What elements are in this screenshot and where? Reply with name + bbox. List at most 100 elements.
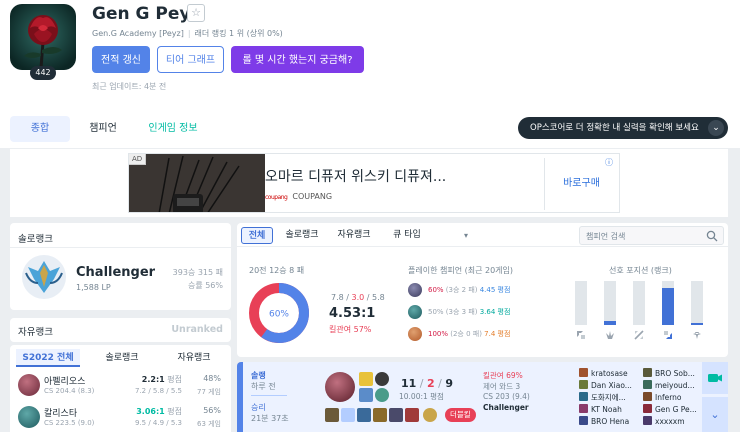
- champion-games: 77 게임: [196, 388, 221, 396]
- flash-spell-icon[interactable]: [359, 372, 373, 386]
- item-icon[interactable]: [389, 408, 403, 422]
- player-name: 도화지에...: [591, 393, 626, 402]
- tab-queue-solo[interactable]: 솔로랭크: [281, 227, 323, 244]
- player-name: Dan Xiao...: [591, 381, 632, 390]
- ad-info-icon[interactable]: ⓘ: [605, 157, 613, 168]
- position-bar-mid: [633, 281, 645, 325]
- champion-kda: 3.06:1 평점: [110, 406, 182, 417]
- bot-icon: [664, 331, 672, 339]
- team-b-player[interactable]: Inferno: [643, 392, 682, 403]
- played-champion-stats: 50% (3승 3 패) 3.64 평점: [428, 307, 510, 317]
- player-name: BRO Hena: [591, 417, 630, 426]
- tab-ingame[interactable]: 인게임 정보: [138, 116, 208, 142]
- tab-season-flex[interactable]: 자유랭크: [162, 349, 226, 367]
- tab-champion[interactable]: 챔피언: [78, 116, 128, 142]
- ad-product-image: [129, 154, 265, 212]
- ad-title[interactable]: 오마르 디퓨저 위스키 디퓨져...: [265, 166, 446, 186]
- tab-season-all[interactable]: S2022 전체: [16, 349, 80, 367]
- played-champion-row[interactable]: 60% (3승 2 패) 4.45 평점: [408, 283, 558, 299]
- played-champion-row[interactable]: 50% (3승 3 패) 3.64 평점: [408, 305, 558, 321]
- champion-stats-panel: S2022 전체 솔로랭크 자유랭크 아펠리오스 CS 204.4 (8.3) …: [10, 345, 231, 432]
- played-kda: 4.45 평점: [479, 286, 511, 294]
- time-spent-button[interactable]: 롤 몇 시간 했는지 궁금해?: [231, 46, 364, 73]
- flex-rank-title: 자유랭크: [18, 327, 53, 338]
- item-icon[interactable]: [373, 408, 387, 422]
- champion-row[interactable]: 칼리스타 CS 223.5 (9.0) 3.06:1 평점 9.5 / 4.9 …: [10, 404, 231, 432]
- kda-separator: /: [364, 293, 373, 302]
- favorite-star-button[interactable]: ☆: [187, 4, 205, 22]
- team-b-player[interactable]: BRO Sob...: [643, 368, 695, 379]
- played-champion-stats: 60% (3승 2 패) 4.45 평점: [428, 285, 510, 295]
- item-icon[interactable]: [325, 408, 339, 422]
- item-icon[interactable]: [357, 408, 371, 422]
- champion-row[interactable]: 아펠리오스 CS 204.4 (8.3) 2.2:1 평점 7.2 / 5.8 …: [10, 372, 231, 402]
- challenger-emblem-icon: [22, 255, 66, 299]
- ad-banner[interactable]: AD 오마르 디퓨저 위스키 디퓨져... coupang COUPANG 바로구…: [128, 153, 620, 213]
- ward-icon[interactable]: [423, 408, 437, 422]
- tab-season-solo[interactable]: 솔로랭크: [90, 349, 154, 367]
- played-champion-row[interactable]: 100% (2승 0 패) 7.4 평점: [408, 327, 558, 343]
- champion-mini-icon: [643, 392, 652, 401]
- team-b-player[interactable]: Gen G Pe...: [643, 404, 697, 415]
- avg-assists: 5.8: [372, 293, 385, 302]
- played-champions-title: 플레이한 챔피언 (최근 20게임): [408, 266, 514, 275]
- ad-brand: coupang COUPANG: [265, 192, 332, 201]
- queue-tabs: 전체 솔로랭크 자유랭크 큐 타입 ▾: [237, 223, 728, 247]
- chevron-down-icon[interactable]: ⌄: [708, 120, 724, 136]
- op-score-banner[interactable]: OP스코어로 더 정확한 내 실력을 확인해 보세요 ⌄: [518, 117, 728, 139]
- team-a-player[interactable]: BRO Hena: [579, 416, 629, 427]
- kda-ratio: 3.06:1: [136, 407, 165, 416]
- match-kda: 11 / 2 / 9: [401, 377, 453, 390]
- played-record: (3승 3 패): [443, 308, 480, 316]
- preferred-position-title: 선호 포지션 (랭크): [609, 266, 672, 275]
- search-icon[interactable]: [706, 230, 718, 242]
- expand-match-button[interactable]: ⌄: [702, 397, 728, 432]
- item-icon[interactable]: [405, 408, 419, 422]
- rose-icon: [10, 4, 76, 70]
- summary-kda: 7.8 / 3.0 / 5.8: [331, 293, 385, 302]
- summoner-name: Gen G Peyz: [92, 4, 201, 24]
- champion-search[interactable]: [579, 226, 724, 245]
- tier-graph-button[interactable]: 티어 그래프: [157, 46, 224, 73]
- chevron-down-icon[interactable]: ▾: [459, 227, 473, 244]
- level-badge: 442: [30, 66, 56, 80]
- queue-type-select[interactable]: 큐 타입: [387, 227, 427, 244]
- position-bar-bot: [662, 281, 674, 325]
- ad-label: AD: [129, 154, 147, 165]
- match-kill-participation: 킬관여 69%: [483, 371, 523, 380]
- team-b-player[interactable]: xxxxxm: [643, 416, 685, 427]
- match-champion-portrait[interactable]: [325, 372, 355, 402]
- heal-spell-icon[interactable]: [359, 388, 373, 402]
- rune-primary-icon[interactable]: [375, 372, 389, 386]
- match-kda-ratio: 10.00:1 평점: [399, 392, 444, 401]
- match-deaths: 2: [427, 377, 435, 390]
- team-a-player[interactable]: KT Noah: [579, 404, 622, 415]
- champion-kda: 2.2:1 평점: [110, 374, 182, 385]
- ad-brand-name: COUPANG: [292, 192, 333, 201]
- renew-button[interactable]: 전적 갱신: [92, 46, 150, 73]
- solo-lp: 1,588 LP: [76, 283, 111, 292]
- replay-button[interactable]: [702, 362, 728, 394]
- position-bar-top: [575, 281, 587, 325]
- position-fill: [691, 322, 703, 325]
- rune-secondary-icon[interactable]: [375, 388, 389, 402]
- champion-games: 63 게임: [196, 420, 221, 428]
- last-updated: 최근 업데이트: 4분 전: [92, 82, 167, 91]
- team-b-player[interactable]: meiyoud...: [643, 380, 695, 391]
- tab-overview[interactable]: 종합: [10, 116, 70, 142]
- match-row[interactable]: 솔랭 하루 전 승리 21분 37초 11 / 2 / 9 10.00:1 평점…: [237, 362, 728, 432]
- champion-portrait: [408, 305, 422, 319]
- champion-portrait: [18, 374, 40, 396]
- team-a-player[interactable]: 도화지에...: [579, 392, 626, 403]
- team-a-player[interactable]: Dan Xiao...: [579, 380, 632, 391]
- solo-tier: Challenger: [76, 265, 156, 280]
- player-name: BRO Sob...: [655, 369, 695, 378]
- tab-queue-flex[interactable]: 자유랭크: [333, 227, 375, 244]
- winrate-donut-chart: 60%: [249, 283, 309, 343]
- champion-mini-icon: [579, 380, 588, 389]
- item-icon[interactable]: [341, 408, 355, 422]
- tab-queue-all[interactable]: 전체: [241, 227, 273, 244]
- recent-summary-panel: 전체 솔로랭크 자유랭크 큐 타입 ▾ 20전 12승 8 패 60% 7.8 …: [237, 223, 728, 357]
- champion-search-input[interactable]: [586, 229, 701, 243]
- team-a-player[interactable]: kratosase: [579, 368, 628, 379]
